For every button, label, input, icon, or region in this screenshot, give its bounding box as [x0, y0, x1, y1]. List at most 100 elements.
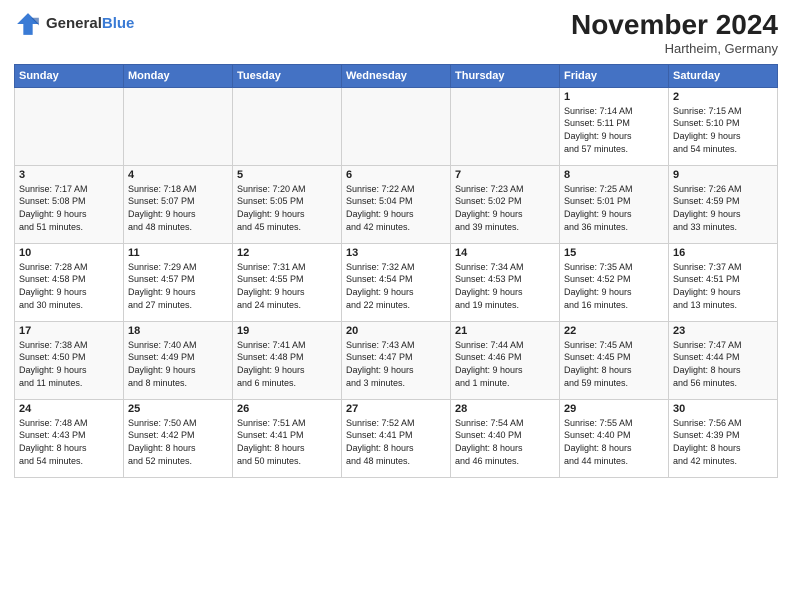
day-info: Sunrise: 7:32 AM Sunset: 4:54 PM Dayligh…	[346, 261, 446, 311]
calendar-cell: 4Sunrise: 7:18 AM Sunset: 5:07 PM Daylig…	[124, 165, 233, 243]
calendar-cell: 2 Sunrise: 7:15 AM Sunset: 5:10 PM Daylig…	[669, 87, 778, 165]
logo-icon	[14, 10, 42, 38]
dow-header-sunday: Sunday	[15, 64, 124, 87]
week-row-1: 1 Sunrise: 7:14 AM Sunset: 5:11 PM Daylig…	[15, 87, 778, 165]
calendar-cell: 5Sunrise: 7:20 AM Sunset: 5:05 PM Daylig…	[233, 165, 342, 243]
calendar-cell: 7 Sunrise: 7:23 AM Sunset: 5:02 PM Daylig…	[451, 165, 560, 243]
calendar-cell: 14Sunrise: 7:34 AM Sunset: 4:53 PM Dayli…	[451, 243, 560, 321]
day-info: Sunrise: 7:31 AM Sunset: 4:55 PM Dayligh…	[237, 261, 337, 311]
day-info: Sunrise: 7:22 AM Sunset: 5:04 PM Dayligh…	[346, 183, 446, 233]
day-number: 15	[564, 247, 664, 259]
calendar-cell	[342, 87, 451, 165]
day-number: 12	[237, 247, 337, 259]
day-number: 26	[237, 403, 337, 415]
day-info: Sunrise: 7:51 AM Sunset: 4:41 PM Dayligh…	[237, 417, 337, 467]
day-info: Sunrise: 7:43 AM Sunset: 4:47 PM Dayligh…	[346, 339, 446, 389]
calendar-cell: 1 Sunrise: 7:14 AM Sunset: 5:11 PM Daylig…	[560, 87, 669, 165]
day-number: 7	[455, 169, 555, 181]
week-row-3: 10 Sunrise: 7:28 AM Sunset: 4:58 PM Dayli…	[15, 243, 778, 321]
dow-header-tuesday: Tuesday	[233, 64, 342, 87]
calendar-cell: 28 Sunrise: 7:54 AM Sunset: 4:40 PM Dayli…	[451, 399, 560, 477]
day-info: Sunrise: 7:50 AM Sunset: 4:42 PM Dayligh…	[128, 417, 228, 467]
calendar-cell: 30 Sunrise: 7:56 AM Sunset: 4:39 PM Dayli…	[669, 399, 778, 477]
day-number: 27	[346, 403, 446, 415]
day-info: Sunrise: 7:40 AM Sunset: 4:49 PM Dayligh…	[128, 339, 228, 389]
day-info: Sunrise: 7:56 AM Sunset: 4:39 PM Dayligh…	[673, 417, 773, 467]
day-info: Sunrise: 7:38 AM Sunset: 4:50 PM Dayligh…	[19, 339, 119, 389]
day-number: 19	[237, 325, 337, 337]
header: GeneralBlue November 2024 Hartheim, Germ…	[14, 10, 778, 56]
day-info: Sunrise: 7:25 AM Sunset: 5:01 PM Dayligh…	[564, 183, 664, 233]
calendar-cell: 10 Sunrise: 7:28 AM Sunset: 4:58 PM Dayli…	[15, 243, 124, 321]
day-info: Sunrise: 7:23 AM Sunset: 5:02 PM Dayligh…	[455, 183, 555, 233]
calendar-cell: 8Sunrise: 7:25 AM Sunset: 5:01 PM Daylig…	[560, 165, 669, 243]
calendar-cell: 25Sunrise: 7:50 AM Sunset: 4:42 PM Dayli…	[124, 399, 233, 477]
calendar-cell: 23 Sunrise: 7:47 AM Sunset: 4:44 PM Dayli…	[669, 321, 778, 399]
day-info: Sunrise: 7:44 AM Sunset: 4:46 PM Dayligh…	[455, 339, 555, 389]
day-number: 2	[673, 91, 773, 103]
day-info: Sunrise: 7:14 AM Sunset: 5:11 PM Dayligh…	[564, 105, 664, 155]
calendar-cell: 6 Sunrise: 7:22 AM Sunset: 5:04 PM Daylig…	[342, 165, 451, 243]
location: Hartheim, Germany	[571, 41, 778, 56]
calendar-cell: 26 Sunrise: 7:51 AM Sunset: 4:41 PM Dayli…	[233, 399, 342, 477]
calendar-cell: 24Sunrise: 7:48 AM Sunset: 4:43 PM Dayli…	[15, 399, 124, 477]
day-info: Sunrise: 7:29 AM Sunset: 4:57 PM Dayligh…	[128, 261, 228, 311]
day-number: 9	[673, 169, 773, 181]
page: GeneralBlue November 2024 Hartheim, Germ…	[0, 0, 792, 612]
day-number: 24	[19, 403, 119, 415]
calendar-cell: 19Sunrise: 7:41 AM Sunset: 4:48 PM Dayli…	[233, 321, 342, 399]
calendar-cell: 15 Sunrise: 7:35 AM Sunset: 4:52 PM Dayli…	[560, 243, 669, 321]
day-info: Sunrise: 7:28 AM Sunset: 4:58 PM Dayligh…	[19, 261, 119, 311]
calendar-cell: 21 Sunrise: 7:44 AM Sunset: 4:46 PM Dayli…	[451, 321, 560, 399]
calendar-cell: 22Sunrise: 7:45 AM Sunset: 4:45 PM Dayli…	[560, 321, 669, 399]
calendar-cell	[124, 87, 233, 165]
title-block: November 2024 Hartheim, Germany	[571, 10, 778, 56]
logo: GeneralBlue	[14, 10, 134, 38]
calendar-cell: 9 Sunrise: 7:26 AM Sunset: 4:59 PM Daylig…	[669, 165, 778, 243]
calendar-cell: 27Sunrise: 7:52 AM Sunset: 4:41 PM Dayli…	[342, 399, 451, 477]
day-number: 1	[564, 91, 664, 103]
dow-header-friday: Friday	[560, 64, 669, 87]
day-number: 29	[564, 403, 664, 415]
day-info: Sunrise: 7:34 AM Sunset: 4:53 PM Dayligh…	[455, 261, 555, 311]
day-info: Sunrise: 7:54 AM Sunset: 4:40 PM Dayligh…	[455, 417, 555, 467]
calendar-cell: 16Sunrise: 7:37 AM Sunset: 4:51 PM Dayli…	[669, 243, 778, 321]
day-number: 18	[128, 325, 228, 337]
calendar-cell	[451, 87, 560, 165]
day-number: 4	[128, 169, 228, 181]
day-info: Sunrise: 7:47 AM Sunset: 4:44 PM Dayligh…	[673, 339, 773, 389]
day-number: 28	[455, 403, 555, 415]
dow-header-saturday: Saturday	[669, 64, 778, 87]
day-info: Sunrise: 7:55 AM Sunset: 4:40 PM Dayligh…	[564, 417, 664, 467]
day-number: 21	[455, 325, 555, 337]
calendar-cell: 3 Sunrise: 7:17 AM Sunset: 5:08 PM Daylig…	[15, 165, 124, 243]
day-number: 20	[346, 325, 446, 337]
day-info: Sunrise: 7:15 AM Sunset: 5:10 PM Dayligh…	[673, 105, 773, 155]
day-info: Sunrise: 7:35 AM Sunset: 4:52 PM Dayligh…	[564, 261, 664, 311]
day-number: 10	[19, 247, 119, 259]
day-info: Sunrise: 7:37 AM Sunset: 4:51 PM Dayligh…	[673, 261, 773, 311]
day-number: 11	[128, 247, 228, 259]
day-info: Sunrise: 7:17 AM Sunset: 5:08 PM Dayligh…	[19, 183, 119, 233]
dow-header-monday: Monday	[124, 64, 233, 87]
calendar-cell: 13 Sunrise: 7:32 AM Sunset: 4:54 PM Dayli…	[342, 243, 451, 321]
calendar-cell: 20 Sunrise: 7:43 AM Sunset: 4:47 PM Dayli…	[342, 321, 451, 399]
day-number: 13	[346, 247, 446, 259]
calendar-cell: 18 Sunrise: 7:40 AM Sunset: 4:49 PM Dayli…	[124, 321, 233, 399]
days-of-week-row: SundayMondayTuesdayWednesdayThursdayFrid…	[15, 64, 778, 87]
day-number: 3	[19, 169, 119, 181]
day-number: 6	[346, 169, 446, 181]
calendar-cell: 29 Sunrise: 7:55 AM Sunset: 4:40 PM Dayli…	[560, 399, 669, 477]
day-info: Sunrise: 7:45 AM Sunset: 4:45 PM Dayligh…	[564, 339, 664, 389]
week-row-5: 24Sunrise: 7:48 AM Sunset: 4:43 PM Dayli…	[15, 399, 778, 477]
logo-text: GeneralBlue	[46, 16, 134, 33]
calendar-body: 1 Sunrise: 7:14 AM Sunset: 5:11 PM Daylig…	[15, 87, 778, 477]
calendar: SundayMondayTuesdayWednesdayThursdayFrid…	[14, 64, 778, 478]
calendar-cell	[15, 87, 124, 165]
day-number: 23	[673, 325, 773, 337]
day-info: Sunrise: 7:26 AM Sunset: 4:59 PM Dayligh…	[673, 183, 773, 233]
dow-header-thursday: Thursday	[451, 64, 560, 87]
day-number: 30	[673, 403, 773, 415]
day-number: 5	[237, 169, 337, 181]
month-title: November 2024	[571, 10, 778, 41]
